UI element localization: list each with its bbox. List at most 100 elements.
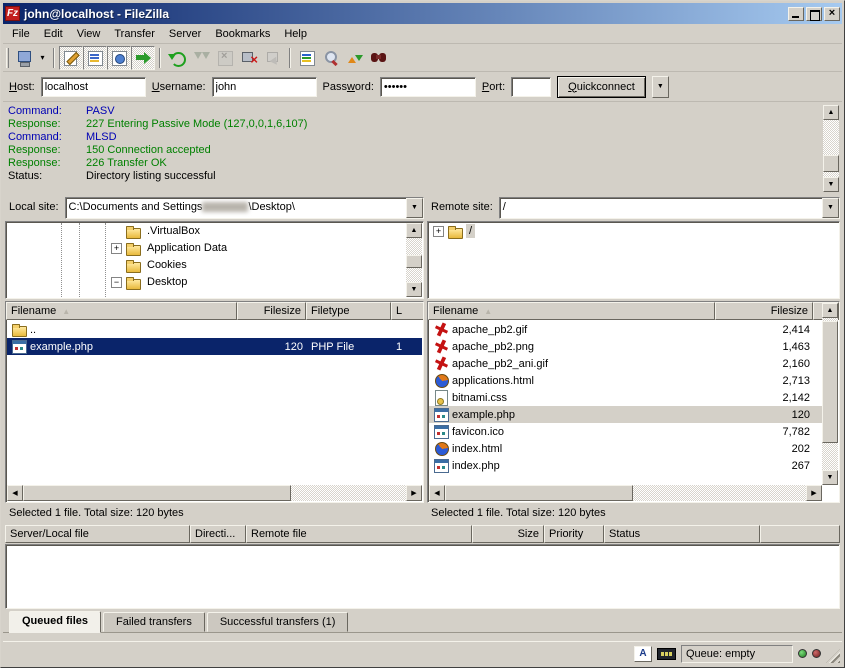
log-line-text[interactable]: PASV (86, 105, 115, 118)
file-cell-filename[interactable]: apache_pb2.png (429, 338, 716, 355)
css-file-icon[interactable] (433, 390, 449, 405)
ascii-datatype-icon[interactable]: A (634, 646, 652, 662)
menu-edit[interactable]: Edit (37, 25, 70, 43)
file-name[interactable]: index.php (452, 460, 500, 472)
password-input[interactable] (380, 77, 476, 97)
column-header-filename[interactable]: Filename▲ (428, 302, 715, 320)
port-input[interactable] (511, 77, 551, 97)
tab-successful-transfers----[interactable]: Successful transfers (1) (207, 612, 349, 632)
file-cell-filesize[interactable]: 1,463 (716, 338, 814, 355)
quickconnect-button[interactable]: Quickconnect (557, 76, 646, 98)
file-cell-filetype[interactable] (307, 321, 392, 338)
file-cell-filesize[interactable]: 120 (716, 406, 814, 423)
queue-column-priority[interactable]: Priority (544, 525, 604, 543)
remote-list-hscrollbar-track[interactable] (445, 485, 806, 501)
file-cell-l[interactable] (392, 321, 422, 338)
synchronized-browsing-button[interactable] (343, 46, 367, 70)
html-file-icon[interactable] (433, 441, 449, 456)
tab-failed-transfers[interactable]: Failed transfers (103, 612, 205, 632)
file-cell-filename[interactable]: example.php (7, 338, 238, 355)
local-file-list[interactable]: Filename▲FilesizeFiletypeL.. example.php 1… (5, 301, 424, 503)
menu-file[interactable]: File (5, 25, 37, 43)
file-filetype[interactable]: PHP File (311, 341, 354, 353)
local-list-body[interactable]: ..example.php120PHP File1 (7, 321, 422, 485)
queue-column-label[interactable]: Priority (549, 528, 583, 540)
tree-item[interactable]: +/ (429, 223, 821, 240)
log-line-text[interactable]: 150 Connection accepted (86, 144, 211, 157)
local-tree-scrollbar[interactable]: ▲▼ (406, 223, 422, 298)
resize-grip[interactable] (826, 649, 840, 663)
queue-column-size[interactable]: Size (472, 525, 544, 543)
password-label[interactable]: Password: (323, 81, 374, 93)
directory-comparison-button[interactable] (319, 46, 343, 70)
file-size[interactable]: 2,142 (782, 392, 810, 404)
local-site-label[interactable]: Local site: (5, 197, 65, 219)
log-line[interactable]: Status:Directory listing successful (8, 170, 822, 183)
log-line-text[interactable]: Directory listing successful (86, 170, 216, 183)
tree-expander-minus[interactable]: − (111, 277, 122, 288)
local-list-header[interactable]: Filename▲FilesizeFiletypeL (6, 302, 423, 320)
redacted-username[interactable] (202, 202, 248, 212)
folder-icon[interactable] (125, 241, 141, 256)
file-name[interactable]: example.php (30, 341, 93, 353)
file-row[interactable]: index.html202 (429, 440, 822, 457)
local-tree-inner[interactable]: .VirtualBox+Application DataCookies−Desk… (7, 223, 405, 298)
column-header-label[interactable]: Filesize (771, 305, 808, 317)
log-line[interactable]: Response:226 Transfer OK (8, 157, 822, 170)
tree-item-label[interactable]: / (466, 224, 475, 238)
reconnect-icon[interactable] (264, 49, 282, 67)
file-cell-filename[interactable]: index.php (429, 457, 716, 474)
file-name[interactable]: applications.html (452, 375, 534, 387)
toggle-queue-icon[interactable] (134, 49, 152, 67)
menu-bookmarks[interactable]: Bookmarks (208, 25, 277, 43)
remote-list-header[interactable]: Filename▲ Filesize (428, 302, 839, 320)
file-row[interactable]: applications.html 2,713 (429, 372, 822, 389)
remote-file-list[interactable]: Filename▲Filesizeapache_pb2.gif2,414apac… (427, 301, 840, 503)
remote-tree-inner[interactable]: +/ (429, 223, 821, 298)
remote-list-vscrollbar-thumb[interactable] (822, 321, 838, 443)
reconnect-button[interactable] (261, 46, 285, 70)
file-name[interactable]: bitnami.css (452, 392, 507, 404)
html-file-icon[interactable] (433, 373, 449, 388)
file-cell-filesize[interactable] (238, 321, 307, 338)
php-file-icon[interactable] (11, 339, 27, 354)
menu-view[interactable]: View (70, 25, 108, 43)
file-cell-filesize[interactable]: 267 (716, 457, 814, 474)
file-size[interactable]: 120 (285, 341, 303, 353)
log-line-type[interactable]: Response: (8, 157, 86, 170)
log-scrollbar-thumb[interactable] (823, 155, 839, 172)
local-tree-scrollbar-down[interactable]: ▼ (406, 282, 422, 297)
file-row[interactable]: example.php120PHP File1 (7, 338, 422, 355)
image-file-icon[interactable] (433, 322, 449, 337)
log-line-type[interactable]: Command: (8, 105, 86, 118)
log-line-text[interactable]: 227 Entering Passive Mode (127,0,0,1,6,1… (86, 118, 307, 131)
local-tree-scrollbar-track[interactable] (406, 238, 422, 283)
local-site-combo-arrow[interactable]: ▼ (406, 198, 423, 218)
log-line[interactable]: Response:150 Connection accepted (8, 144, 822, 157)
php-file-icon[interactable] (433, 407, 449, 422)
file-cell-filename[interactable]: index.html (429, 440, 716, 457)
file-cell-filename[interactable]: example.php (429, 406, 716, 423)
file-cell-filesize[interactable]: 2,713 (716, 372, 814, 389)
file-cell-filetype[interactable]: PHP File (307, 338, 392, 355)
queue-column-label[interactable]: Server/Local file (10, 528, 89, 540)
site-manager-icon[interactable] (15, 49, 33, 67)
toggle-message-log-icon[interactable] (62, 49, 80, 67)
tree-item-label[interactable]: Desktop (144, 275, 190, 289)
file-row[interactable]: bitnami.css 2,142 (429, 389, 822, 406)
host-label[interactable]: Host: (9, 81, 35, 93)
column-header-l[interactable]: L (391, 302, 424, 320)
menu-server[interactable]: Server (162, 25, 208, 43)
file-name[interactable]: .. (30, 324, 36, 336)
toolbar-separator[interactable] (289, 48, 291, 68)
toolbar-grip[interactable] (6, 48, 9, 68)
synchronized-browsing-icon[interactable] (346, 49, 364, 67)
folder-icon[interactable] (125, 275, 141, 290)
cancel-button[interactable] (213, 46, 237, 70)
file-size[interactable]: 2,713 (782, 375, 810, 387)
remote-list-hscrollbar[interactable]: ◀▶ (429, 485, 822, 501)
folder-icon[interactable] (447, 224, 463, 239)
local-list-hscrollbar-thumb[interactable] (23, 485, 291, 501)
port-label[interactable]: Port: (482, 81, 505, 93)
image-file-icon[interactable] (433, 339, 449, 354)
